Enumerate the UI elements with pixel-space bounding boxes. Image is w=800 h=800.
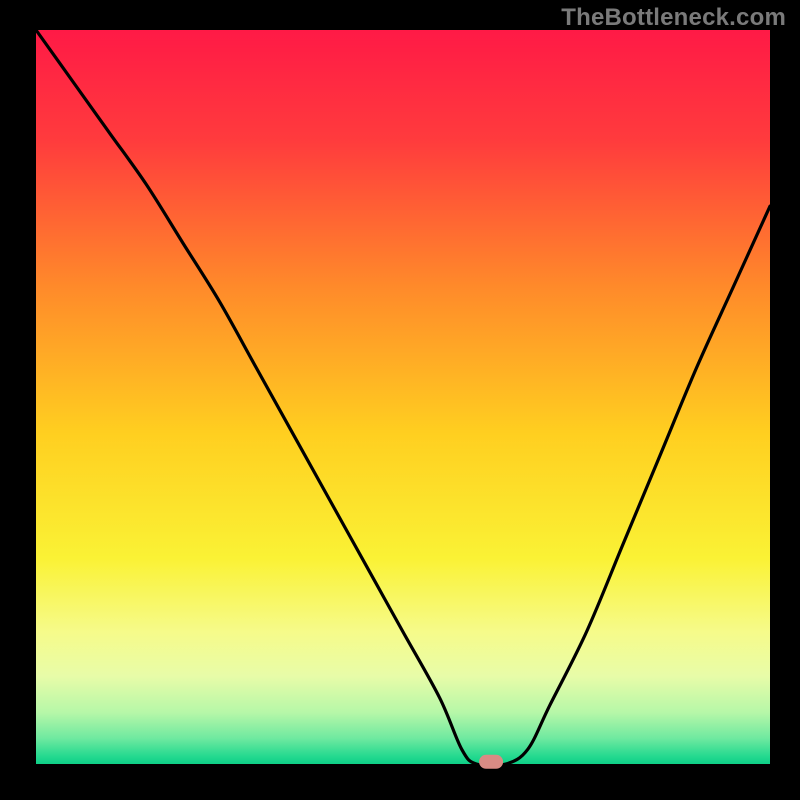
watermark-text: TheBottleneck.com xyxy=(561,4,786,32)
plot-background xyxy=(36,30,770,764)
bottleneck-chart xyxy=(0,0,800,800)
chart-frame: TheBottleneck.com xyxy=(0,0,800,800)
minimum-marker xyxy=(479,755,503,769)
